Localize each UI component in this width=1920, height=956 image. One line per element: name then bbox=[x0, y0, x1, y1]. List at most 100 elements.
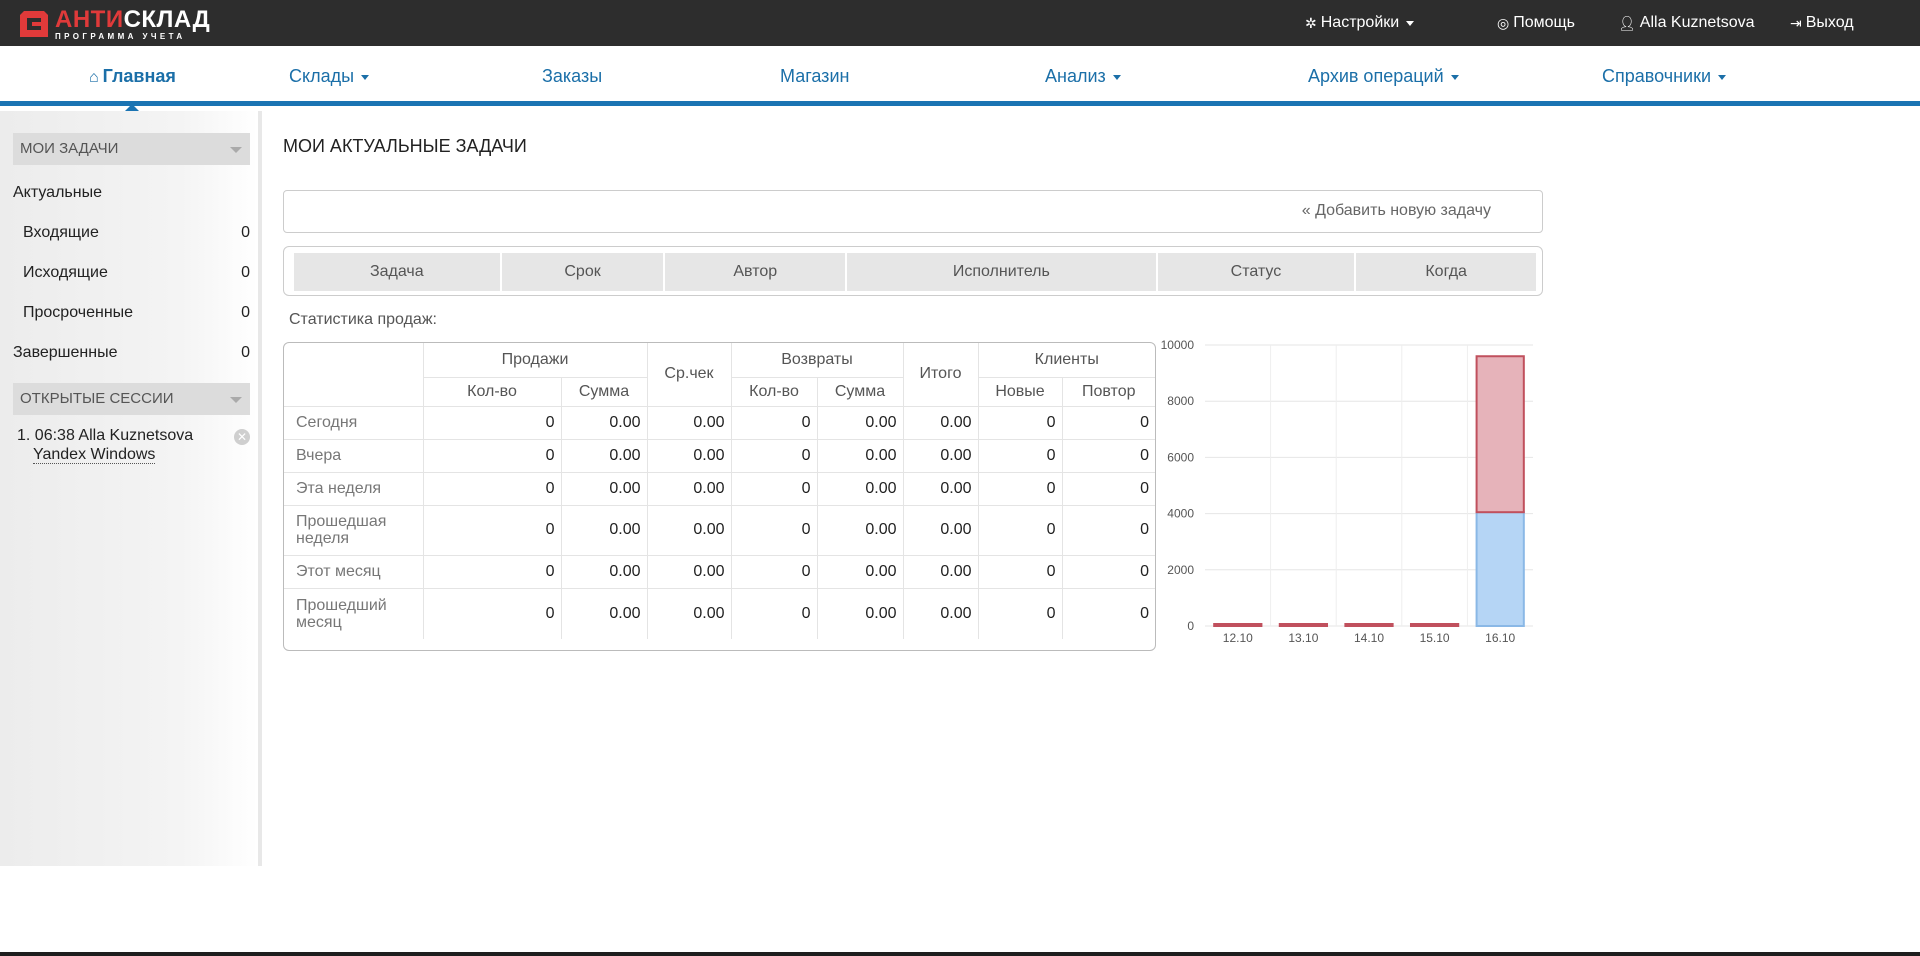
stats-cell-total: 0.00 bbox=[902, 504, 978, 555]
stats-cell-total: 0.00 bbox=[902, 471, 978, 505]
y-tick-label: 6000 bbox=[1167, 450, 1194, 464]
nav-archive[interactable]: Архив операций bbox=[1308, 46, 1459, 106]
header-clients-new: Новые bbox=[977, 376, 1062, 406]
stats-row: Прошедшая неделя 0 0.00 0.00 0 0.00 0.00 0 0 bbox=[284, 504, 1155, 555]
stats-cell-ret-qty: 0 bbox=[730, 587, 817, 639]
y-tick-label: 8000 bbox=[1167, 394, 1194, 408]
stats-cell-total: 0.00 bbox=[902, 554, 978, 588]
session-user: Alla Kuznetsova bbox=[78, 427, 194, 444]
stats-cell-avg: 0.00 bbox=[646, 587, 731, 639]
column-header[interactable]: Срок bbox=[502, 253, 666, 291]
help-label: Помощь bbox=[1513, 14, 1576, 31]
home-icon: ⌂ bbox=[89, 69, 99, 86]
chevron-down-icon bbox=[1406, 20, 1415, 26]
column-header[interactable]: Задача bbox=[294, 253, 502, 291]
nav-orders[interactable]: Заказы bbox=[542, 46, 602, 106]
stats-cell-avg: 0.00 bbox=[646, 554, 731, 588]
stats-cell-sales-sum: 0.00 bbox=[560, 438, 647, 472]
nav-shop[interactable]: Магазин bbox=[780, 46, 849, 106]
overdue-count: 0 bbox=[241, 304, 250, 321]
column-header[interactable]: Автор bbox=[665, 253, 848, 291]
chart-bar bbox=[1344, 623, 1394, 627]
nav-references[interactable]: Справочники bbox=[1602, 46, 1727, 106]
header-clients: Клиенты bbox=[977, 343, 1155, 377]
collapse-arrow-icon[interactable] bbox=[230, 147, 242, 153]
y-tick-label: 4000 bbox=[1167, 507, 1194, 521]
sales-chart: 0 2000 4000 6000 8000 10000 12.10 13.10 14.10 15.… bbox=[1161, 338, 1533, 645]
y-tick-label: 2000 bbox=[1167, 563, 1194, 577]
stats-cell-ret-sum: 0.00 bbox=[816, 438, 903, 472]
chevron-down-icon bbox=[1450, 74, 1459, 80]
chart-bar bbox=[1475, 355, 1525, 514]
stats-cell-total: 0.00 bbox=[902, 405, 978, 439]
stats-cell-ret-qty: 0 bbox=[730, 554, 817, 588]
nav-home[interactable]: ⌂ Главная bbox=[89, 46, 176, 111]
x-tick-label: 15.10 bbox=[1420, 631, 1450, 645]
sales-stats-table: Продажи Ср.чек Возвраты Итого Клиенты Ко… bbox=[283, 342, 1156, 651]
chart-bar bbox=[1409, 623, 1460, 627]
stats-cell-sales-qty: 0 bbox=[422, 504, 561, 555]
stats-cell-sales-sum: 0.00 bbox=[560, 587, 647, 639]
stats-row-label: Сегодня bbox=[284, 405, 423, 439]
lifebuoy-icon: ◎ bbox=[1497, 14, 1510, 31]
stats-cell-sales-sum: 0.00 bbox=[560, 471, 647, 505]
sidebar-item-overdue[interactable]: Просроченные 0 bbox=[23, 304, 250, 328]
x-tick-label: 13.10 bbox=[1288, 631, 1318, 645]
tasks-section-header[interactable]: МОИ ЗАДАЧИ bbox=[13, 133, 250, 165]
sidebar-item-completed[interactable]: Завершенные 0 bbox=[13, 344, 250, 368]
x-tick-label: 16.10 bbox=[1485, 631, 1515, 645]
sidebar-item-incoming[interactable]: Входящие 0 bbox=[23, 224, 250, 248]
header-sales: Продажи bbox=[422, 343, 647, 377]
chevron-down-icon bbox=[1718, 74, 1727, 80]
y-tick-label: 0 bbox=[1187, 619, 1194, 633]
nav-analysis[interactable]: Анализ bbox=[1045, 46, 1121, 106]
logo-icon bbox=[20, 11, 48, 37]
column-header[interactable]: Статус bbox=[1158, 253, 1357, 291]
brand-logo[interactable]: АНТИСКЛАД ПРОГРАММА УЧЕТА bbox=[20, 7, 210, 41]
stats-cell-ret-sum: 0.00 bbox=[816, 587, 903, 639]
stats-cell-new: 0 bbox=[977, 405, 1062, 439]
add-task-link[interactable]: « Добавить новую задачу bbox=[1302, 202, 1491, 220]
column-header[interactable]: Исполнитель bbox=[847, 253, 1158, 291]
header-avg-check: Ср.чек bbox=[646, 343, 731, 406]
stats-cell-repeat: 0 bbox=[1061, 554, 1155, 588]
window-bottom-edge bbox=[0, 952, 1920, 956]
stats-cell-ret-sum: 0.00 bbox=[816, 471, 903, 505]
stats-cell-new: 0 bbox=[977, 554, 1062, 588]
brand-tagline: ПРОГРАММА УЧЕТА bbox=[55, 31, 186, 41]
logout-label: Выход bbox=[1805, 14, 1854, 31]
stats-row: Эта неделя 0 0.00 0.00 0 0.00 0.00 0 0 bbox=[284, 471, 1155, 505]
stats-cell-ret-qty: 0 bbox=[730, 438, 817, 472]
stats-cell-total: 0.00 bbox=[902, 438, 978, 472]
column-header[interactable]: Когда bbox=[1356, 253, 1536, 291]
chart-bar bbox=[1475, 511, 1525, 628]
nav-warehouses[interactable]: Склады bbox=[289, 46, 370, 106]
sessions-section-header[interactable]: ОТКРЫТЫЕ СЕССИИ bbox=[13, 383, 250, 415]
sign-out-icon: ⇥ bbox=[1790, 14, 1802, 31]
settings-menu[interactable]: ✲ Настройки bbox=[1305, 0, 1415, 46]
incoming-count: 0 bbox=[241, 224, 250, 241]
session-time: 06:38 bbox=[34, 427, 75, 444]
logout-link[interactable]: ⇥ Выход bbox=[1790, 0, 1854, 46]
stats-row-label: Прошедшая неделя bbox=[284, 504, 423, 555]
user-profile-link[interactable]: 👤︎ Alla Kuznetsova bbox=[1618, 0, 1755, 46]
stats-cell-repeat: 0 bbox=[1061, 504, 1155, 555]
sidebar-item-outgoing[interactable]: Исходящие 0 bbox=[23, 264, 250, 288]
sidebar-item-current[interactable]: Актуальные bbox=[13, 184, 250, 208]
session-device[interactable]: Yandex Windows bbox=[33, 446, 156, 464]
stats-cell-repeat: 0 bbox=[1061, 587, 1155, 639]
close-session-icon[interactable]: ✕ bbox=[234, 429, 250, 445]
stats-row-label: Вчера bbox=[284, 438, 423, 472]
page-title: МОИ АКТУАЛЬНЫЕ ЗАДАЧИ bbox=[283, 136, 527, 156]
top-bar: АНТИСКЛАД ПРОГРАММА УЧЕТА ✲ Настройки ◎ … bbox=[0, 0, 1920, 46]
completed-count: 0 bbox=[241, 344, 250, 361]
stats-row: Сегодня 0 0.00 0.00 0 0.00 0.00 0 0 bbox=[284, 405, 1155, 439]
stats-cell-ret-sum: 0.00 bbox=[816, 554, 903, 588]
y-tick-label: 10000 bbox=[1161, 338, 1195, 352]
help-link[interactable]: ◎ Помощь bbox=[1497, 0, 1575, 46]
add-task-bar: « Добавить новую задачу bbox=[283, 190, 1543, 233]
stats-cell-sales-qty: 0 bbox=[422, 587, 561, 639]
chart-bar bbox=[1213, 623, 1263, 627]
gear-icon: ✲ bbox=[1305, 14, 1317, 31]
collapse-arrow-icon[interactable] bbox=[230, 397, 242, 403]
